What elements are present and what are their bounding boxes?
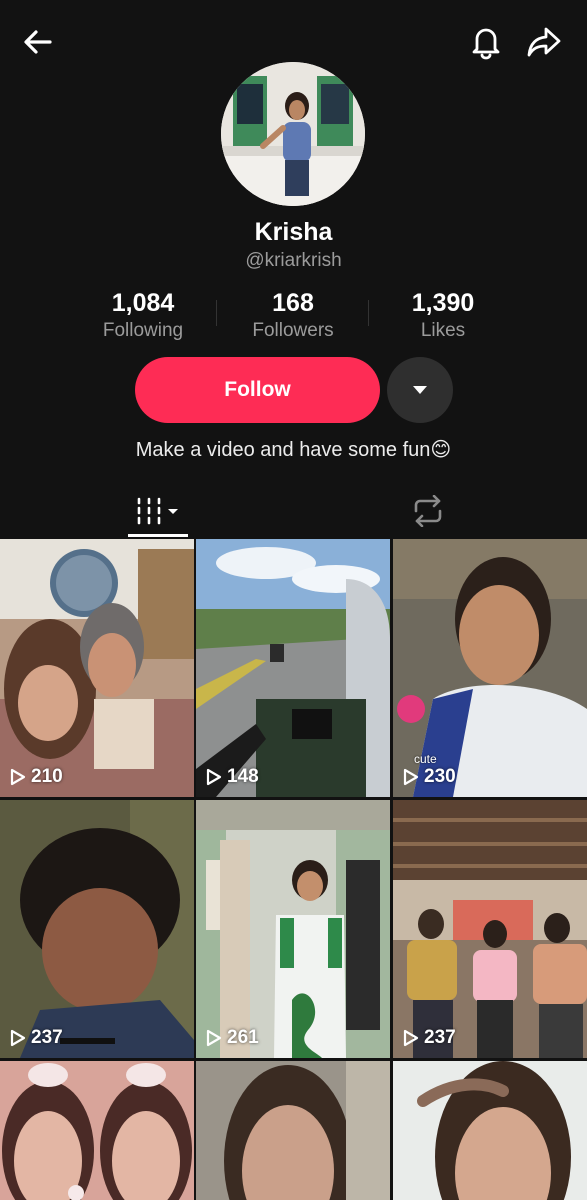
repost-icon xyxy=(414,495,442,527)
followers-count: 168 xyxy=(272,289,314,317)
video-thumbnail[interactable]: 261 xyxy=(196,800,390,1058)
play-icon xyxy=(206,1029,222,1047)
tab-videos[interactable] xyxy=(128,485,188,537)
video-thumbnail-image xyxy=(0,1061,194,1200)
video-thumbnail[interactable] xyxy=(0,1061,194,1200)
followers-label: Followers xyxy=(252,320,334,341)
bell-icon xyxy=(472,28,500,60)
avatar-photo xyxy=(221,62,365,206)
arrow-left-icon xyxy=(24,30,52,54)
video-thumbnail-image xyxy=(196,800,390,1058)
profile-handle: @kriarkrish xyxy=(245,250,342,271)
video-thumbnail-image xyxy=(196,539,390,797)
following-stat[interactable]: 1,084 Following xyxy=(63,288,223,344)
profile-name: Krisha xyxy=(254,218,333,246)
video-thumbnail-image xyxy=(196,1061,390,1200)
view-count-value: 261 xyxy=(227,1027,259,1048)
video-thumbnail-image xyxy=(393,1061,587,1200)
notification-bell-button[interactable] xyxy=(464,20,508,64)
view-count-value: 237 xyxy=(31,1027,63,1048)
view-count: 148 xyxy=(206,766,259,788)
view-count: 237 xyxy=(403,1027,456,1049)
view-count-value: 237 xyxy=(424,1027,456,1048)
share-button[interactable] xyxy=(522,20,566,64)
video-thumbnail-image xyxy=(0,539,194,797)
play-icon xyxy=(10,768,26,786)
profile-page: Krisha @kriarkrish 1,084 Following 168 F… xyxy=(0,0,587,1200)
likes-label: Likes xyxy=(420,320,466,341)
video-thumbnail-image xyxy=(0,800,194,1058)
video-thumbnail[interactable] xyxy=(393,1061,587,1200)
profile-bio: Make a video and have some fun😊 xyxy=(135,439,452,461)
follow-button[interactable]: Follow xyxy=(135,357,380,423)
view-count: 261 xyxy=(206,1027,259,1049)
avatar[interactable] xyxy=(221,62,365,206)
video-thumbnail[interactable]: 210 xyxy=(0,539,194,797)
likes-count: 1,390 xyxy=(411,289,475,317)
video-thumbnail[interactable]: 237 xyxy=(393,800,587,1058)
active-tab-indicator xyxy=(128,534,188,537)
view-count-value: 230 xyxy=(424,766,456,787)
tab-reposts[interactable] xyxy=(398,485,458,537)
view-count-value: 148 xyxy=(227,766,259,787)
video-thumbnail[interactable]: cute 230 xyxy=(393,539,587,797)
video-thumbnail[interactable]: 148 xyxy=(196,539,390,797)
videos-grid-icon xyxy=(137,497,178,525)
likes-stat[interactable]: 1,390 Likes xyxy=(363,288,523,344)
video-thumbnail[interactable]: 237 xyxy=(0,800,194,1058)
video-caption: cute xyxy=(414,752,437,766)
play-icon xyxy=(403,768,419,786)
play-icon xyxy=(10,1029,26,1047)
suggested-accounts-button[interactable] xyxy=(387,357,453,423)
play-icon xyxy=(403,1029,419,1047)
play-icon xyxy=(206,768,222,786)
view-count-value: 210 xyxy=(31,766,63,787)
back-button[interactable] xyxy=(16,20,60,64)
video-thumbnail-image xyxy=(393,800,587,1058)
video-thumbnail[interactable] xyxy=(196,1061,390,1200)
share-icon xyxy=(527,27,561,57)
following-label: Following xyxy=(102,320,184,341)
caret-down-icon xyxy=(413,386,427,394)
view-count: 230 xyxy=(403,766,456,788)
view-count: 237 xyxy=(10,1027,63,1049)
view-count: 210 xyxy=(10,766,63,788)
following-count: 1,084 xyxy=(111,289,175,317)
followers-stat[interactable]: 168 Followers xyxy=(213,288,373,344)
